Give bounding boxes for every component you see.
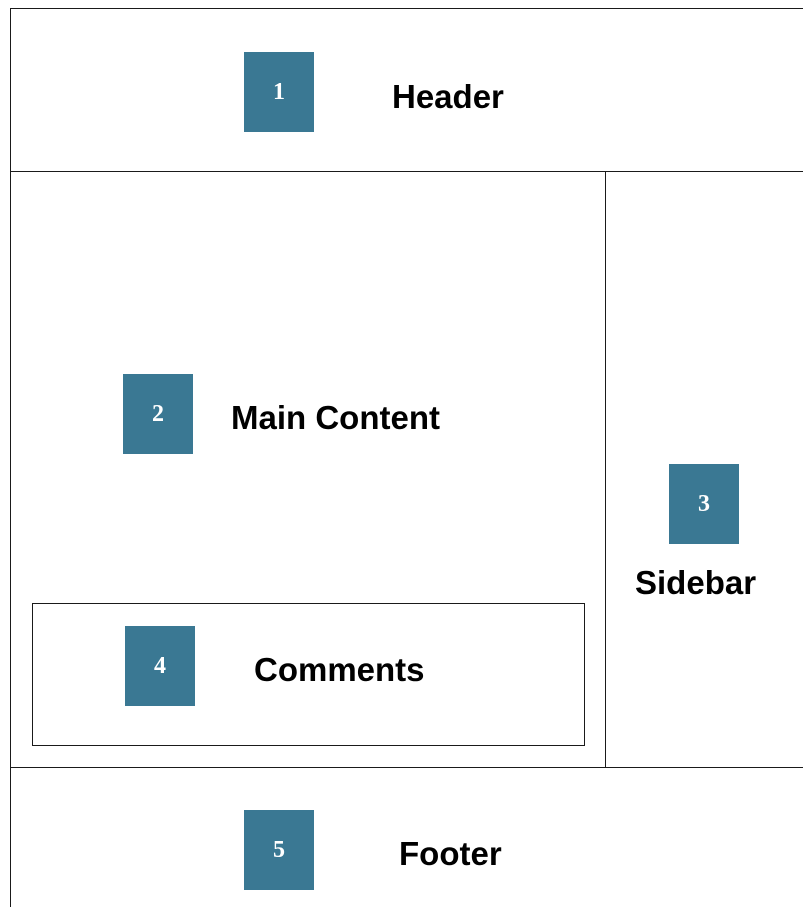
sidebar-label: Sidebar (635, 564, 757, 601)
footer-number-badge: 5 (244, 810, 314, 890)
comments-number-badge: 4 (125, 626, 195, 706)
main-content-label: Main Content (231, 399, 440, 436)
header-number-badge: 1 (244, 52, 314, 132)
header-label: Header (392, 78, 504, 115)
sidebar-number-badge: 3 (669, 464, 739, 544)
footer-label: Footer (399, 835, 502, 872)
comments-label: Comments (254, 651, 425, 688)
main-content-number-badge: 2 (123, 374, 193, 454)
